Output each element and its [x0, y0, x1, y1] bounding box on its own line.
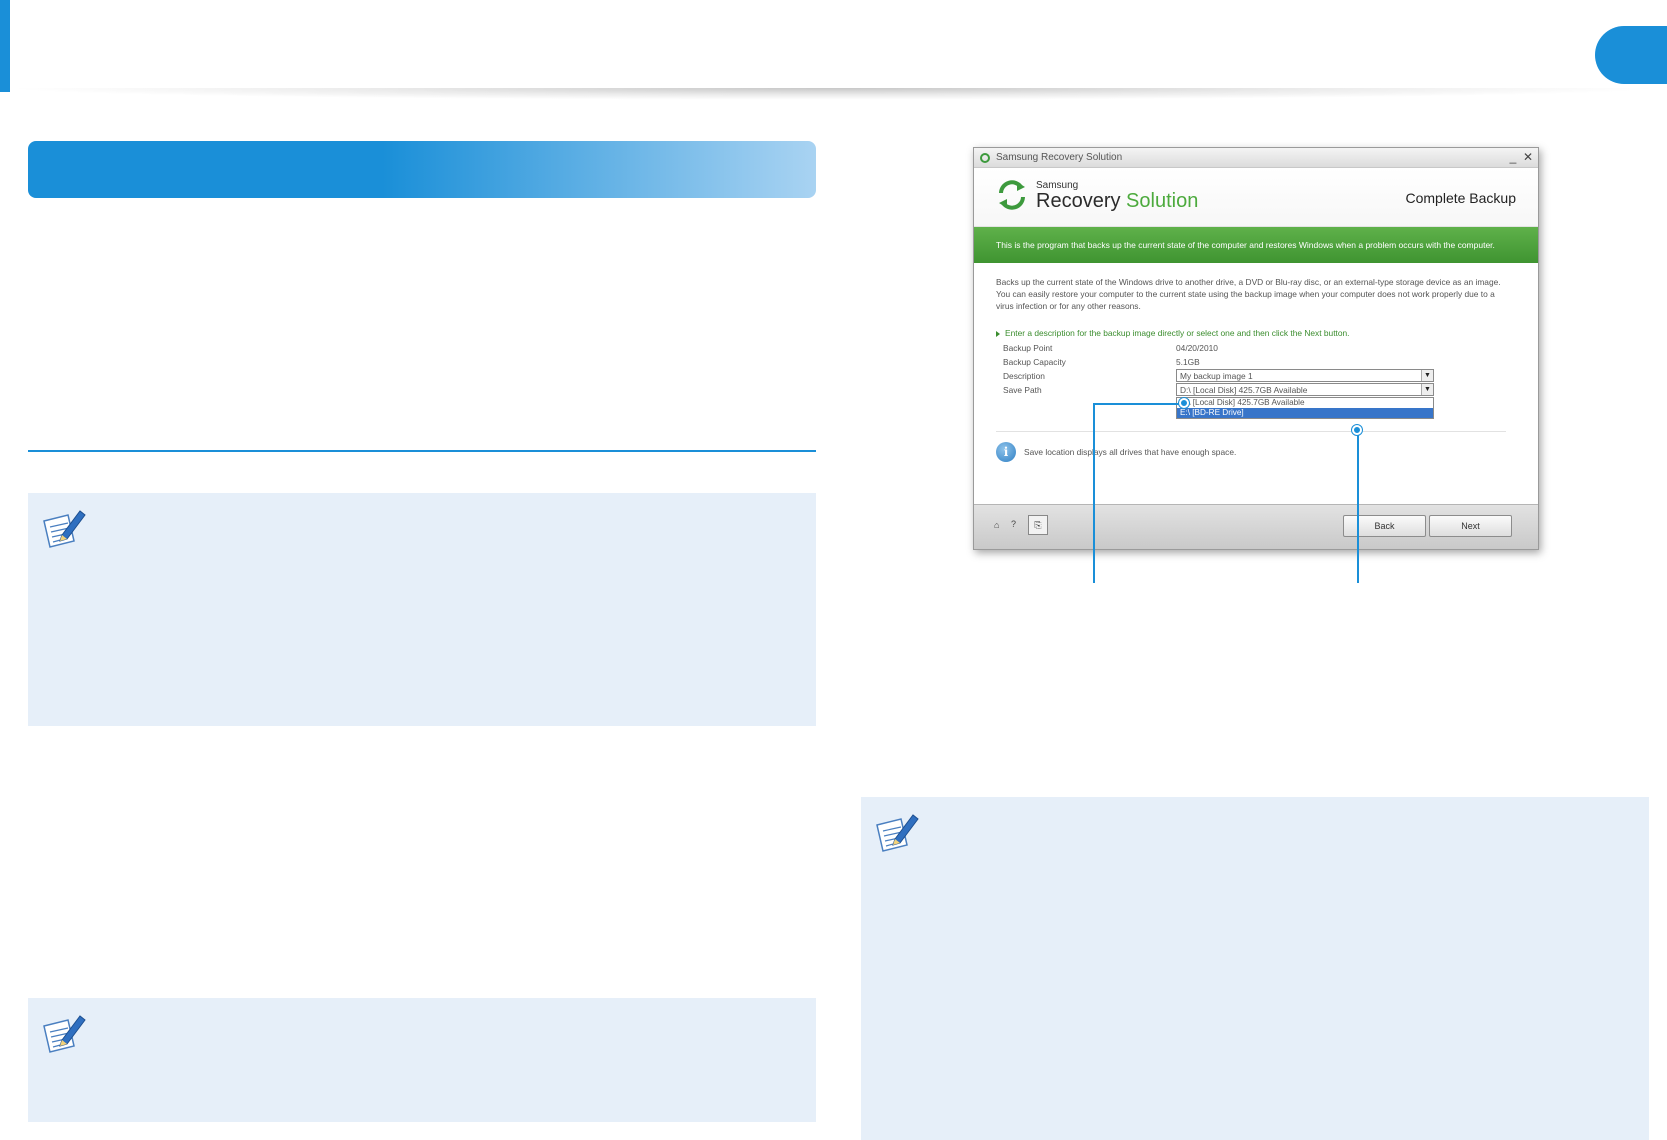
instruction-label: Enter a description for the backup image… [1005, 328, 1350, 338]
note-box [28, 493, 816, 726]
note-box [28, 998, 816, 1122]
description-line: Backs up the current state of the Window… [996, 277, 1501, 287]
save-path-value: D:\ [Local Disk] 425.7GB Available [1180, 385, 1308, 395]
back-button[interactable]: Back [1343, 515, 1426, 537]
callout-dot [1179, 398, 1189, 408]
page-title: Complete Backup [1405, 190, 1516, 206]
brand-name-part2: Solution [1126, 190, 1199, 212]
program-description-bar: This is the program that backs up the cu… [974, 227, 1538, 263]
help-icon[interactable]: ? [1011, 519, 1016, 529]
description-combobox[interactable]: My backup image 1 ▼ [1176, 369, 1434, 382]
home-icon[interactable]: ⌂ [994, 520, 999, 530]
description-label: Description [1003, 371, 1045, 381]
backup-point-value: 04/20/2010 [1176, 343, 1218, 353]
instruction-text: Enter a description for the backup image… [996, 328, 1350, 338]
section-title-banner [28, 141, 816, 198]
page-tab-marker [1595, 26, 1667, 84]
backup-capacity-value: 5.1GB [1176, 357, 1200, 367]
description-line: You can easily restore your computer to … [996, 289, 1495, 299]
save-path-label: Save Path [1003, 385, 1042, 395]
info-text: Save location displays all drives that h… [1024, 447, 1237, 457]
recovery-solution-window: Samsung Recovery Solution _ ✕ Samsung Re… [973, 147, 1539, 550]
tool-icon[interactable]: ⎘ [1028, 515, 1048, 535]
app-header: Samsung Recovery Solution Complete Backu… [974, 168, 1538, 227]
save-path-select[interactable]: D:\ [Local Disk] 425.7GB Available ▼ [1176, 383, 1434, 396]
brand-name: Recovery Solution [1036, 190, 1198, 213]
backup-point-label: Backup Point [1003, 343, 1053, 353]
window-footer: ⌂ ? ⎘ Back Next [974, 504, 1538, 549]
minimize-button[interactable]: _ [1506, 150, 1520, 164]
callout-line [1093, 403, 1095, 583]
page-accent-bar [0, 0, 10, 92]
save-path-dropdown: D:\ [Local Disk] 425.7GB Available E:\ [… [1176, 397, 1434, 419]
app-icon [980, 153, 990, 163]
close-button[interactable]: ✕ [1521, 150, 1535, 164]
callout-dot [1352, 425, 1362, 435]
next-button[interactable]: Next [1429, 515, 1512, 537]
divider [996, 431, 1506, 432]
description-line: virus infection or for any other reasons… [996, 301, 1141, 311]
chevron-down-icon[interactable]: ▼ [1421, 370, 1433, 381]
info-icon: i [996, 442, 1016, 462]
description-value: My backup image 1 [1180, 371, 1253, 381]
description-text: Backs up the current state of the Window… [996, 276, 1516, 312]
callout-line [1093, 403, 1183, 405]
dropdown-option-selected[interactable]: E:\ [BD-RE Drive] [1177, 408, 1433, 418]
chevron-down-icon[interactable]: ▼ [1421, 384, 1433, 395]
dropdown-option[interactable]: D:\ [Local Disk] 425.7GB Available [1177, 398, 1433, 408]
note-pencil-icon [876, 814, 919, 852]
section-divider [28, 450, 816, 452]
backup-capacity-label: Backup Capacity [1003, 357, 1066, 367]
refresh-arrows-icon [999, 180, 1025, 210]
note-pencil-icon [43, 1015, 86, 1053]
window-titlebar: Samsung Recovery Solution _ ✕ [974, 148, 1538, 168]
triangle-bullet-icon [996, 330, 1000, 337]
note-pencil-icon [43, 510, 86, 548]
brand-name-part1: Recovery [1036, 190, 1121, 212]
header-shadow-rule [0, 88, 1667, 100]
callout-line [1357, 430, 1359, 583]
window-title: Samsung Recovery Solution [996, 152, 1123, 163]
note-box [861, 797, 1649, 1140]
